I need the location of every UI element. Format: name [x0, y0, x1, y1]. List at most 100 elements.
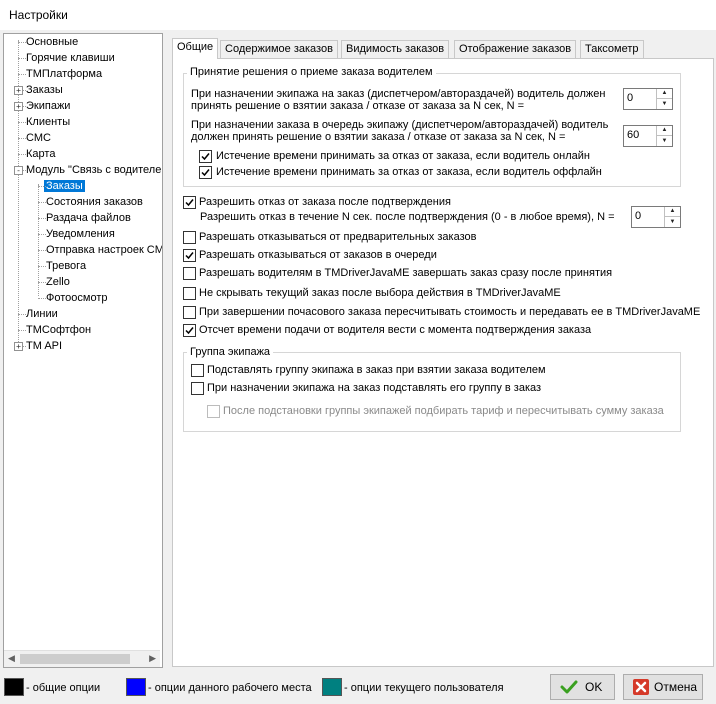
window-title: Настройки — [9, 8, 68, 22]
stepper-up-icon[interactable]: ▲ — [665, 207, 680, 217]
finish-after-accept-checkbox[interactable] — [183, 267, 196, 280]
allow-refuse-seconds-stepper[interactable]: 0 ▲ ▼ — [631, 206, 681, 228]
tree-guide-line — [18, 42, 26, 43]
tree-item-label: Раздача файлов — [46, 212, 131, 224]
stepper-value[interactable]: 0 — [635, 210, 641, 222]
tree-item[interactable]: Состояния заказов — [44, 195, 145, 210]
tree-item-label: TM API — [26, 340, 63, 352]
tree-item[interactable]: Карта — [24, 147, 57, 162]
tree-item[interactable]: Zello — [44, 275, 72, 290]
tree-item[interactable]: Клиенты — [24, 115, 72, 130]
tree-item[interactable]: Отправка настроек CM — [44, 243, 162, 258]
tree-item-label: Заказы — [44, 180, 85, 192]
countdown-from-confirm-label[interactable]: Отсчет времени подачи от водителя вести … — [199, 324, 591, 337]
legend-workplace-swatch — [126, 678, 146, 696]
tree-item[interactable]: СМС — [24, 131, 53, 146]
tree-guide-line — [38, 266, 46, 267]
legend-general-label: - общие опции — [26, 682, 101, 694]
assign-decision-text-2: принять решение о взятии заказа / отказе… — [191, 100, 525, 112]
tree-item-label: Клиенты — [26, 116, 71, 128]
tree-item[interactable]: Уведомления — [44, 227, 117, 242]
tree-item-label: Основные — [26, 36, 79, 48]
tree-item[interactable]: Линии — [24, 307, 60, 322]
tree-item-label: Заказы — [26, 84, 63, 96]
tree-item-label: ТМПлатформа — [26, 68, 103, 80]
sub-on-take-checkbox[interactable] — [191, 364, 204, 377]
allow-refuse-n-label: Разрешить отказ в течение N сек. после п… — [200, 211, 615, 223]
timeout-online-label[interactable]: Истечение времени принимать за отказ от … — [216, 150, 590, 163]
tree-item[interactable]: TM API — [24, 339, 64, 354]
stepper-down-icon[interactable]: ▼ — [657, 99, 672, 109]
collapse-icon[interactable]: - — [14, 166, 23, 175]
tree-item[interactable]: Заказы — [24, 83, 65, 98]
tree-item[interactable]: Заказы — [44, 179, 85, 194]
check-icon — [201, 153, 210, 161]
tariff-recalc-label: После подстановки группы экипажей подбир… — [223, 405, 664, 417]
tree-guide-line — [38, 184, 39, 296]
tree-item-label: Фотоосмотр — [46, 292, 108, 304]
settings-tree[interactable]: Основные Горячие клавиши ТМПлатформа Заказы… — [3, 33, 163, 668]
tree-item[interactable]: Фотоосмотр — [44, 291, 109, 306]
hourly-recalc-label[interactable]: При завершении почасового заказа пересчи… — [199, 306, 700, 319]
tree-item[interactable]: Экипажи — [24, 99, 72, 114]
tab-general[interactable]: Общие — [172, 38, 219, 59]
ok-label: OK — [585, 680, 603, 694]
sub-on-take-label[interactable]: Подставлять группу экипажа в заказ при в… — [207, 364, 546, 377]
stepper-value[interactable]: 60 — [627, 129, 639, 141]
keep-current-order-checkbox[interactable] — [183, 287, 196, 300]
finish-after-accept-label[interactable]: Разрешать водителям в TMDriverJavaME зав… — [199, 267, 612, 280]
allow-refuse-label[interactable]: Разрешить отказ от заказа после подтверж… — [199, 196, 451, 209]
tree-item-label: СМС — [26, 132, 51, 144]
tree-guide-line — [38, 282, 46, 283]
stepper-value[interactable]: 0 — [627, 92, 633, 104]
timeout-offline-checkbox[interactable] — [199, 166, 212, 179]
keep-current-order-label[interactable]: Не скрывать текущий заказ после выбора д… — [199, 287, 561, 300]
tree-guide-line — [18, 138, 26, 139]
expand-icon[interactable]: + — [14, 102, 23, 111]
tab-taximeter[interactable]: Таксометр — [580, 40, 644, 58]
stepper-down-icon[interactable]: ▼ — [665, 217, 680, 227]
tree-item-label: Модуль "Связь с водителем" — [26, 164, 163, 176]
sub-on-assign-label[interactable]: При назначении экипажа на заказ подставл… — [207, 382, 541, 395]
timeout-offline-label[interactable]: Истечение времени принимать за отказ от … — [216, 166, 602, 179]
tree-item[interactable]: Основные — [24, 35, 80, 50]
queue-decision-seconds-stepper[interactable]: 60 ▲ ▼ — [623, 125, 673, 147]
tab-order-display[interactable]: Отображение заказов — [454, 40, 577, 58]
hourly-recalc-checkbox[interactable] — [183, 306, 196, 319]
tree-item[interactable]: ТМСофтфон — [24, 323, 93, 338]
tree-item[interactable]: Горячие клавиши — [24, 51, 117, 66]
tree-item[interactable]: ТМПлатформа — [24, 67, 104, 82]
expand-icon[interactable]: + — [14, 342, 23, 351]
ok-button[interactable]: OK — [550, 674, 615, 700]
tree-item-label: Экипажи — [26, 100, 71, 112]
tree-horizontal-scrollbar[interactable]: ◀ ▶ — [4, 650, 160, 667]
tree-item[interactable]: Раздача файлов — [44, 211, 133, 226]
refuse-queue-label[interactable]: Разрешать отказываться от заказов в очер… — [199, 249, 437, 262]
tab-order-contents[interactable]: Содержимое заказов — [220, 40, 338, 58]
tab-order-visibility[interactable]: Видимость заказов — [341, 40, 450, 58]
tree-item[interactable]: Тревога — [44, 259, 88, 274]
tree-item-label: Zello — [46, 276, 70, 288]
countdown-from-confirm-checkbox[interactable] — [183, 324, 196, 337]
queue-decision-text-2: должен принять решение о взятии заказа /… — [191, 131, 566, 143]
check-icon — [201, 169, 210, 177]
assign-decision-seconds-stepper[interactable]: 0 ▲ ▼ — [623, 88, 673, 110]
tree-item[interactable]: Модуль "Связь с водителем" — [24, 163, 163, 178]
stepper-up-icon[interactable]: ▲ — [657, 89, 672, 99]
expand-icon[interactable]: + — [14, 86, 23, 95]
allow-refuse-checkbox[interactable] — [183, 196, 196, 209]
refuse-queue-checkbox[interactable] — [183, 249, 196, 262]
tab-panel-general: Принятие решения о приеме заказа водител… — [172, 58, 714, 667]
refuse-prelim-checkbox[interactable] — [183, 231, 196, 244]
scroll-left-icon[interactable]: ◀ — [8, 653, 15, 664]
stepper-up-icon[interactable]: ▲ — [657, 126, 672, 136]
timeout-online-checkbox[interactable] — [199, 150, 212, 163]
tree-item-label: Состояния заказов — [46, 196, 143, 208]
refuse-prelim-label[interactable]: Разрешать отказываться от предварительны… — [199, 231, 476, 244]
cancel-button[interactable]: Отмена — [623, 674, 703, 700]
sub-on-assign-checkbox[interactable] — [191, 382, 204, 395]
stepper-down-icon[interactable]: ▼ — [657, 136, 672, 146]
scroll-right-icon[interactable]: ▶ — [149, 653, 156, 664]
scroll-thumb[interactable] — [20, 654, 130, 664]
cancel-label: Отмена — [654, 680, 698, 694]
